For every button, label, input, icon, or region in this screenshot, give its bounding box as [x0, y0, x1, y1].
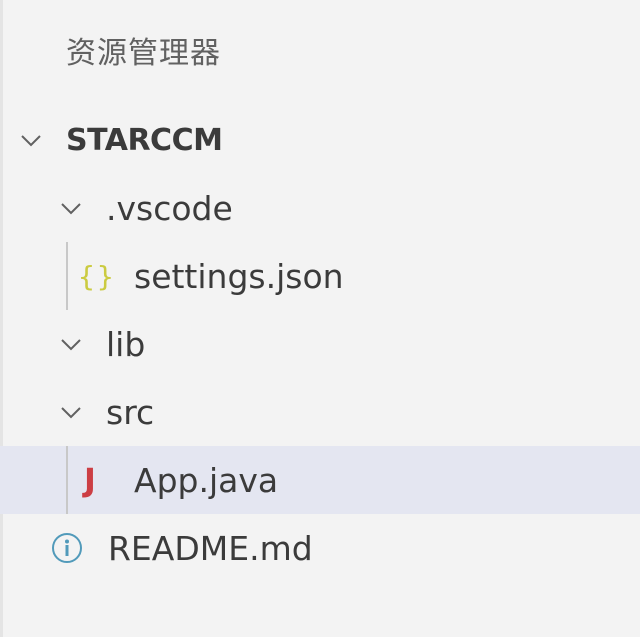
tree-item-label: STARCCM: [66, 122, 223, 158]
chevron-down-icon[interactable]: [20, 129, 42, 151]
file-tree: STARCCM .vscode {} settings.json lib src…: [0, 106, 640, 582]
chevron-down-icon[interactable]: [60, 197, 82, 219]
chevron-down-icon[interactable]: [60, 333, 82, 355]
tree-item-vscode[interactable]: .vscode: [0, 174, 640, 242]
json-braces-icon: {}: [78, 259, 116, 293]
tree-item-src[interactable]: src: [0, 378, 640, 446]
tree-item-label: App.java: [134, 460, 279, 500]
info-icon: [50, 531, 84, 565]
tree-item-root[interactable]: STARCCM: [0, 106, 640, 174]
tree-item-label: src: [106, 392, 155, 432]
tree-item-lib[interactable]: lib: [0, 310, 640, 378]
indent-guide: [66, 446, 68, 514]
tree-item-settings-json[interactable]: {} settings.json: [0, 242, 640, 310]
tree-item-readme[interactable]: README.md: [0, 514, 640, 582]
tree-item-app-java[interactable]: J App.java: [0, 446, 640, 514]
java-icon: J: [84, 461, 96, 499]
tree-item-label: settings.json: [134, 256, 344, 296]
tree-item-label: lib: [106, 324, 146, 364]
chevron-down-icon[interactable]: [60, 401, 82, 423]
explorer-title: 资源管理器: [66, 36, 221, 71]
indent-guide: [66, 242, 68, 310]
tree-item-label: README.md: [108, 528, 313, 568]
tree-item-label: .vscode: [106, 188, 233, 228]
